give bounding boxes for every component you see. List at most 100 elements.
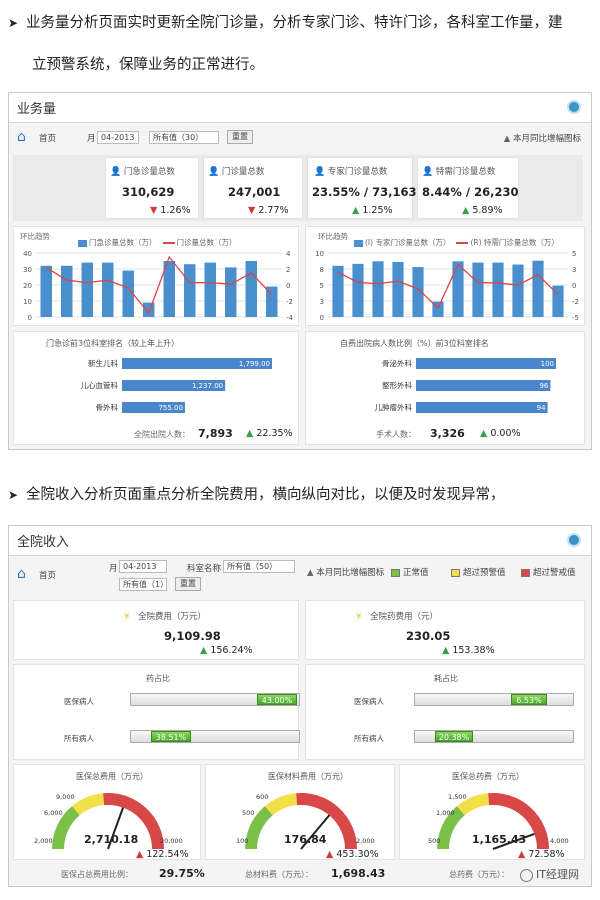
y2-tick-label: -4: [286, 314, 294, 322]
arrow-icon: ➤: [8, 488, 19, 502]
gauge-tick: 4,000: [550, 837, 569, 845]
bar: [372, 261, 384, 317]
info-icon[interactable]: [567, 533, 581, 547]
kpi-title: 门诊量总数: [221, 167, 265, 177]
bar: [416, 358, 556, 369]
home-link[interactable]: 首页: [39, 569, 56, 581]
watermark: IT经理网: [520, 866, 579, 882]
wechat-icon: [520, 868, 533, 882]
yen-icon: ¥: [124, 612, 130, 622]
filter-select[interactable]: 所有值（30）: [149, 131, 219, 144]
footer-value: 3,326: [430, 427, 465, 440]
gauge-tick: 20,000: [160, 837, 183, 845]
rank-label: 儿心血管科: [81, 380, 119, 390]
month-label: 月: [87, 134, 96, 144]
yen-icon: ¥: [356, 612, 362, 622]
bar: [81, 262, 93, 317]
rank-label: 骨外科: [96, 402, 119, 412]
drug-title: 全院药费用（元）: [369, 612, 438, 622]
bar: [472, 262, 484, 317]
left-combo-chart-card: 环比趋势 门急诊量总数（万） 门诊量总数（万） 0 -4 10 -2 20 0 30 2 40 4: [13, 226, 299, 326]
home-icon[interactable]: ⌂: [17, 566, 26, 582]
value-label: 96: [539, 382, 548, 390]
y-tick-label: 20: [23, 282, 32, 290]
up-arrow-icon: ▲: [352, 205, 360, 216]
gauge-tick: 1,500: [448, 793, 467, 801]
intro-text-line: 全院收入分析页面重点分析全院费用，横向纵向对比，以便及时发现异常，: [26, 487, 505, 503]
gauge-change: 453.30%: [336, 849, 379, 860]
rank-title: 门急诊前3位科室排名（较上年上升）: [46, 339, 180, 348]
gauge-tick: 2,000: [356, 837, 375, 845]
y-tick-label: 10: [23, 298, 32, 306]
panel-title: 业务量: [17, 102, 57, 117]
home-icon[interactable]: ⌂: [17, 129, 26, 145]
insurance-total-gauge: [52, 793, 164, 850]
person-icon: 👤: [314, 167, 326, 177]
trend-note: ▲ 本月同比增幅图标: [307, 568, 385, 578]
y2-tick-label: 0: [286, 282, 290, 290]
ratio-title: 耗占比: [434, 674, 458, 683]
kpi-card: 👤 特需门诊量总数 8.44% / 26,230 ▲ 5.89%: [417, 157, 519, 219]
gauge-card: 医保总药费（万元） 1,500 1,000 500 4,000 1,165.43…: [399, 764, 585, 860]
y2-tick-label: -2: [572, 298, 579, 306]
right-combo-chart-card: 环比趋势 (I) 专家门诊量总数（万） (R) 特需门诊量总数（万） 0 -5 3 -2…: [305, 226, 585, 326]
rank-label: 儿肿瘤外科: [375, 402, 413, 412]
right-combo-chart: 0 -5 3 -2 5 0 8 3 10 5: [315, 250, 579, 322]
y-tick-label: 30: [23, 266, 32, 274]
panel-header: 全院收入: [9, 526, 591, 556]
person-icon: 👤: [422, 167, 434, 177]
dept-select[interactable]: 所有值（50）: [223, 560, 295, 573]
y-tick-label: 8: [320, 266, 324, 274]
bar: [143, 302, 155, 317]
footer-change: 0.00%: [490, 428, 521, 439]
dept-label: 科室名称: [187, 564, 222, 574]
ratio-row-label: 医保病人: [64, 697, 94, 706]
rank-label: 整形外科: [382, 380, 412, 390]
reset-button[interactable]: 重置: [227, 130, 253, 144]
month-select[interactable]: 04-2013: [97, 131, 139, 144]
kpi-title: 门急诊量总数: [123, 167, 175, 177]
gauge-card: 医保总费用（万元） 9,000 6,000 2,000 20,000 2,710…: [13, 764, 201, 860]
gauge-value: 176.84: [284, 833, 327, 846]
home-link[interactable]: 首页: [39, 132, 56, 144]
gauge-change: 122.54%: [146, 849, 189, 860]
filter-select[interactable]: 所有值（1）: [119, 578, 168, 591]
down-arrow-icon: ▼: [248, 205, 256, 216]
month-select[interactable]: 04-2013: [119, 560, 167, 573]
y2-tick-label: 0: [572, 282, 576, 290]
gauge-change: 72.58%: [528, 849, 565, 860]
gauge-tick: 1,000: [436, 809, 455, 817]
y-tick-label: 5: [320, 282, 324, 290]
info-icon[interactable]: [567, 100, 581, 114]
kpi-change: 1.25%: [362, 205, 393, 216]
right-rank-chart: 骨泌外科 100 整形外科 96 儿肿瘤外科 94: [375, 358, 556, 413]
intro-bullet-2: ➤ 全院收入分析页面重点分析全院费用，横向纵向对比，以便及时发现异常，: [8, 480, 505, 510]
footer-change: 22.35%: [256, 428, 293, 439]
drug-value: 230.05: [406, 629, 451, 643]
drug-change: 153.38%: [452, 645, 495, 656]
business-volume-panel: 业务量 ⌂ 首页 月 04-2013 所有值（30） 重置 ▲ 本月同比增幅图标…: [8, 92, 592, 450]
y2-tick-label: -5: [572, 314, 579, 322]
bar: [102, 262, 114, 317]
up-arrow-icon: ▲: [462, 205, 470, 216]
gauge-tick: 2,000: [34, 837, 53, 845]
ratio-track: 6.53%: [414, 693, 574, 706]
ratio-fill: 6.53%: [511, 694, 547, 705]
material-ratio-card: 耗占比 医保病人 6.53% 所有病人 20.38%: [305, 664, 585, 760]
gauge-tick: 6,000: [44, 809, 63, 817]
ratio-track: 20.38%: [414, 730, 574, 743]
intro-bullet-1: ➤ 业务量分析页面实时更新全院门诊量，分析专家门诊、特许门诊，各科室工作量，建: [8, 8, 563, 38]
total-fee-card: ¥ 全院费用（万元） 9,109.98 ▲ 156.24%: [13, 600, 299, 660]
person-icon: 👤: [208, 167, 220, 177]
ratio-track: 43.00%: [130, 693, 300, 706]
chart-y-name: 环比趋势: [318, 232, 348, 241]
y2-tick-label: 3: [572, 266, 576, 274]
legend-line-label: 门诊量总数（万）: [176, 238, 237, 247]
insurance-material-gauge: [245, 793, 357, 850]
up-arrow-icon: ▲: [518, 849, 526, 860]
reset-button[interactable]: 重置: [175, 577, 201, 591]
y2-tick-label: 2: [286, 266, 290, 274]
up-arrow-icon: ▲: [326, 849, 334, 860]
y2-tick-label: -2: [286, 298, 293, 306]
footer-label: 全院出院人数：: [134, 430, 190, 439]
